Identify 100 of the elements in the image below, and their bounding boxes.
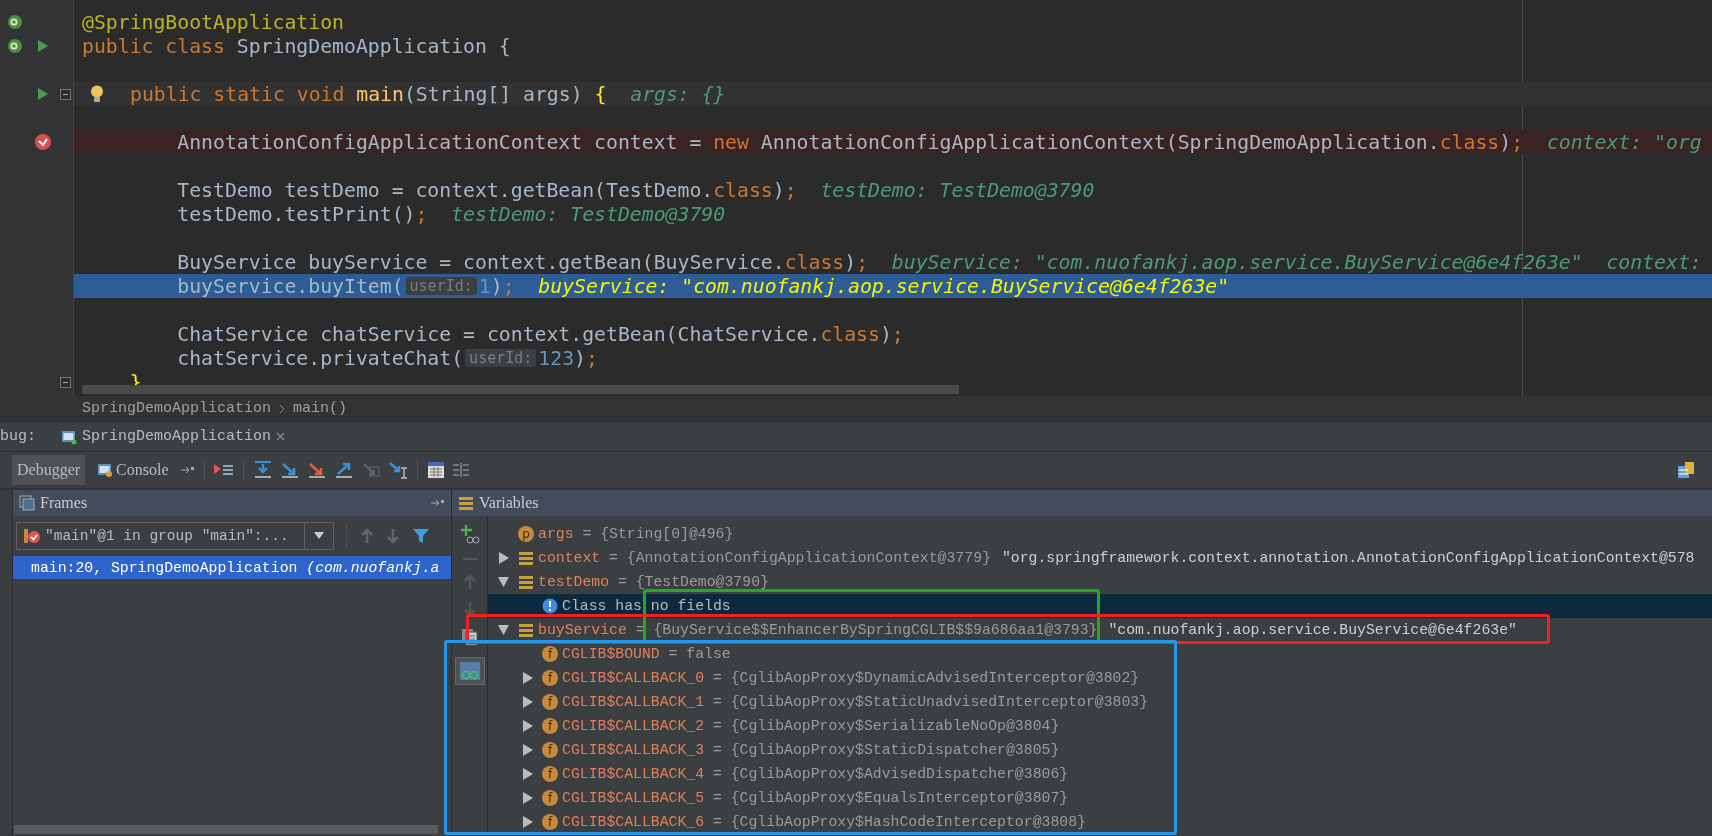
- variable-text: CGLIB$CALLBACK_0 = {CglibAopProxy$DynamicAdvisedInterceptor@3802}: [562, 670, 1140, 686]
- run-icon[interactable]: [37, 87, 50, 101]
- variable-row[interactable]: f CGLIB$CALLBACK_2 = {CglibAopProxy$SerializableNoOp@3804}: [488, 714, 1712, 738]
- variable-row[interactable]: context = {AnnotationConfigApplicationContext@3779} "org.springframework.context.annotation.AnnotationConfigApplicationContext@578: [488, 546, 1712, 570]
- horizontal-scrollbar[interactable]: [82, 385, 959, 394]
- variable-row[interactable]: f CGLIB$CALLBACK_3 = {CglibAopProxy$StaticDispatcher@3805}: [488, 738, 1712, 762]
- caret-icon: [314, 532, 324, 540]
- list-icon: [458, 495, 474, 511]
- layout-icon[interactable]: [1676, 460, 1696, 480]
- fold-icon[interactable]: [59, 376, 71, 388]
- variable-text: CGLIB$CALLBACK_2 = {CglibAopProxy$SerializableNoOp@3804}: [562, 718, 1060, 734]
- copy-icon[interactable]: [460, 628, 479, 646]
- variable-text: context = {AnnotationConfigApplicationContext@3779} "org.springframework.context.annotation.AnnotationConfigApplicationContext@578: [538, 550, 1695, 566]
- breadcrumb-item[interactable]: main(): [293, 400, 348, 417]
- variable-row[interactable]: testDemo = {TestDemo@3790}: [488, 570, 1712, 594]
- variable-row[interactable]: f CGLIB$CALLBACK_6 = {CglibAopProxy$HashCodeInterceptor@3808}: [488, 810, 1712, 834]
- panel-tab[interactable]: Debugger: [12, 455, 86, 485]
- frames-icon: [19, 495, 35, 511]
- breadcrumb-item[interactable]: SpringDemoApplication: [82, 400, 272, 417]
- application-icon: [61, 428, 77, 445]
- variable-text: CGLIB$CALLBACK_3 = {CglibAopProxy$StaticDispatcher@3805}: [562, 742, 1060, 758]
- thread-dropdown[interactable]: "main"@1 in group "main":...: [16, 522, 334, 550]
- expand-arrow-icon[interactable]: [498, 624, 509, 636]
- stack-frame[interactable]: main:20, SpringDemoApplication (com.nuofankj.a: [13, 556, 451, 579]
- code-text: ChatService chatService = context.getBean(ChatService.class);: [176, 322, 904, 346]
- debug-value: testDemo: TestDemo@3790: [450, 202, 726, 226]
- code-text: buyService.buyItem(: [176, 274, 404, 298]
- expand-arrow-icon[interactable]: [522, 720, 533, 732]
- variable-icon: [518, 622, 534, 638]
- panel-tab[interactable]: Console: [92, 455, 174, 485]
- member-badge: f: [542, 790, 558, 806]
- spring-bean-icon[interactable]: [6, 14, 23, 30]
- expand-arrow-icon[interactable]: [522, 696, 533, 708]
- code-text: 123);: [538, 346, 598, 370]
- code-text: AnnotationConfigApplicationContext context = new AnnotationConfigApplicationContext(SpringDemoApplication.class);: [176, 130, 1524, 154]
- variable-text: CGLIB$CALLBACK_6 = {CglibAopProxy$HashCodeInterceptor@3808}: [562, 814, 1086, 830]
- add-watch-icon[interactable]: [459, 524, 480, 544]
- variable-row[interactable]: f CGLIB$CALLBACK_5 = {CglibAopProxy$EqualsInterceptor@3807}: [488, 786, 1712, 810]
- variable-row[interactable]: f CGLIB$CALLBACK_1 = {CglibAopProxy$StaticUnadvisedInterceptor@3803}: [488, 690, 1712, 714]
- pane-title: Frames: [40, 494, 88, 512]
- expand-arrow-icon[interactable]: [522, 768, 533, 780]
- step-over-icon[interactable]: [252, 461, 273, 479]
- variable-text: CGLIB$BOUND = false: [562, 646, 731, 662]
- member-badge: f: [542, 646, 558, 662]
- code-text: BuyService buyService = context.getBean(BuyService.class);: [176, 250, 869, 274]
- code-text: 1);: [478, 274, 515, 298]
- horizontal-scrollbar[interactable]: [14, 824, 438, 834]
- variable-text: testDemo = {TestDemo@3790}: [538, 574, 769, 590]
- code-text: public static void main(String[] args) {: [130, 82, 607, 106]
- force-step-into-icon[interactable]: [306, 461, 327, 479]
- variable-row[interactable]: p args = {String[0]@496}: [488, 522, 1712, 546]
- expand-arrow-icon[interactable]: [498, 576, 509, 588]
- variable-text: CGLIB$CALLBACK_4 = {CglibAopProxy$AdvisedDispatcher@3806}: [562, 766, 1069, 782]
- run-to-cursor-icon[interactable]: [387, 461, 408, 479]
- code-text: public class SpringDemoApplication {: [82, 34, 511, 58]
- console-icon: [97, 462, 114, 478]
- member-badge: f: [542, 766, 558, 782]
- pin-icon[interactable]: [431, 498, 445, 508]
- down-arrow-icon[interactable]: [462, 601, 477, 617]
- debug-value: args: {}: [629, 82, 726, 106]
- expand-arrow-icon[interactable]: [522, 744, 533, 756]
- member-badge: p: [518, 526, 534, 542]
- parameter-hint: userId:: [465, 349, 537, 367]
- code-text: testDemo.testPrint();: [176, 202, 428, 226]
- variable-text: args = {String[0]@496}: [538, 526, 734, 542]
- expand-arrow-icon[interactable]: [522, 816, 533, 828]
- variable-text: CGLIB$CALLBACK_5 = {CglibAopProxy$EqualsInterceptor@3807}: [562, 790, 1069, 806]
- close-icon[interactable]: [276, 432, 286, 441]
- variable-icon: [518, 574, 534, 590]
- expand-arrow-icon[interactable]: [522, 792, 533, 804]
- spring-bean-icon[interactable]: [6, 38, 23, 54]
- debug-value: context: "org: [1545, 130, 1702, 154]
- code-text: @SpringBootApplication: [82, 10, 344, 34]
- breakpoint-icon[interactable]: [34, 133, 53, 151]
- step-into-icon[interactable]: [279, 461, 300, 479]
- fold-icon[interactable]: [59, 88, 71, 100]
- filter-icon[interactable]: [412, 528, 430, 544]
- light-bulb-icon[interactable]: [90, 85, 104, 103]
- calculator-icon[interactable]: [426, 461, 445, 479]
- panel-label: bug:: [0, 428, 37, 445]
- parameter-hint: userId:: [405, 277, 477, 295]
- step-out-icon[interactable]: [333, 461, 354, 479]
- variable-row[interactable]: f CGLIB$BOUND = false: [488, 642, 1712, 666]
- member-badge: f: [542, 718, 558, 734]
- variable-row[interactable]: f CGLIB$CALLBACK_0 = {CglibAopProxy$DynamicAdvisedInterceptor@3802}: [488, 666, 1712, 690]
- watches-toggle-button[interactable]: [454, 657, 485, 685]
- session-tab[interactable]: SpringDemoApplication: [55, 422, 292, 451]
- code-text: TestDemo testDemo = context.getBean(TestDemo.class);: [176, 178, 797, 202]
- code-text: chatService.privateChat(: [176, 346, 464, 370]
- pane-title: Variables: [479, 494, 539, 512]
- expand-arrow-icon[interactable]: [522, 672, 533, 684]
- debug-value: testDemo: TestDemo@3790: [819, 178, 1095, 202]
- member-badge: f: [542, 670, 558, 686]
- info-icon: [542, 598, 558, 614]
- expand-arrow-icon[interactable]: [498, 552, 509, 564]
- variable-text: CGLIB$CALLBACK_1 = {CglibAopProxy$StaticUnadvisedInterceptor@3803}: [562, 694, 1149, 710]
- run-icon[interactable]: [37, 39, 50, 53]
- variable-row[interactable]: f CGLIB$CALLBACK_4 = {CglibAopProxy$AdvisedDispatcher@3806}: [488, 762, 1712, 786]
- pin-icon[interactable]: [180, 465, 195, 475]
- trace-icon[interactable]: [451, 462, 470, 478]
